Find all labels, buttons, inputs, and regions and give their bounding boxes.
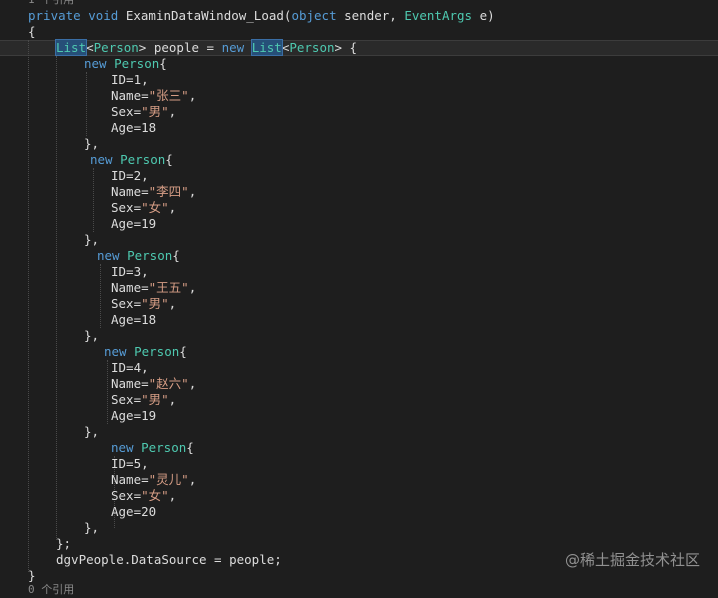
code-line-new-person: new Person{ bbox=[104, 344, 187, 360]
code-line-name: Name="张三", bbox=[111, 88, 197, 103]
property-key: Name= bbox=[111, 184, 149, 199]
code-line-method-signature: private void ExaminDataWindow_Load(objec… bbox=[28, 8, 495, 24]
type-name-selected[interactable]: List bbox=[250, 39, 283, 56]
string-literal: "赵六" bbox=[148, 376, 189, 391]
keyword: new bbox=[104, 344, 127, 359]
type-name: Person bbox=[289, 40, 335, 55]
code-line-age: Age=19 bbox=[111, 216, 157, 231]
method-name: ExaminDataWindow_Load( bbox=[125, 8, 292, 23]
code-line-age: Age=18 bbox=[111, 312, 157, 327]
indent-guide bbox=[107, 360, 108, 424]
indent-guide bbox=[93, 168, 94, 232]
string-literal: "男" bbox=[141, 392, 169, 407]
type-name: Person bbox=[120, 152, 166, 167]
property-key: Name= bbox=[111, 280, 149, 295]
code-line-new-person: new Person{ bbox=[90, 152, 173, 168]
keyword: new bbox=[97, 248, 120, 263]
code-line-close-brace: }, bbox=[84, 328, 100, 343]
code-line-age: Age=18 bbox=[111, 120, 157, 135]
code-line-age: Age=19 bbox=[111, 408, 157, 423]
code-line-new-person: new Person{ bbox=[84, 56, 167, 72]
code-line-close-brace: }, bbox=[84, 424, 100, 439]
indent-guide bbox=[56, 56, 57, 540]
code-line-assign-datasource: dgvPeople.DataSource = people; bbox=[56, 552, 282, 567]
code-line-list-declaration: List<Person> people = new List<Person> { bbox=[54, 39, 358, 56]
type-name: Person bbox=[114, 56, 160, 71]
brace: { bbox=[165, 152, 173, 167]
string-literal: "王五" bbox=[148, 280, 189, 295]
keyword: new bbox=[84, 56, 107, 71]
keyword: object bbox=[291, 8, 337, 23]
code-line-name: Name="灵儿", bbox=[111, 472, 197, 487]
property-key: Sex= bbox=[111, 392, 142, 407]
code-line-open-brace: { bbox=[28, 24, 36, 39]
code-line-name: Name="李四", bbox=[111, 184, 197, 199]
property-key: Name= bbox=[111, 376, 149, 391]
string-literal: "张三" bbox=[148, 88, 189, 103]
type-name: Person bbox=[93, 40, 139, 55]
property-key: Sex= bbox=[111, 296, 142, 311]
brace: { bbox=[186, 440, 194, 455]
type-name: EventArgs bbox=[404, 8, 473, 23]
property-key: Sex= bbox=[111, 200, 142, 215]
code-line-close-brace: }, bbox=[84, 520, 100, 535]
brace: { bbox=[342, 40, 358, 55]
code-line-sex: Sex="男", bbox=[111, 392, 177, 407]
string-literal: "男" bbox=[141, 296, 169, 311]
code-line-id: ID=1, bbox=[111, 72, 149, 87]
type-name: Person bbox=[127, 248, 173, 263]
code-line-new-person: new Person{ bbox=[111, 440, 194, 456]
angle-bracket: < bbox=[86, 40, 94, 55]
property-key: Sex= bbox=[111, 488, 142, 503]
code-line-id: ID=4, bbox=[111, 360, 149, 375]
brace: { bbox=[179, 344, 187, 359]
type-name: Person bbox=[141, 440, 187, 455]
code-line-sex: Sex="女", bbox=[111, 200, 177, 215]
type-name: Person bbox=[134, 344, 180, 359]
indent-guide bbox=[100, 264, 101, 328]
code-line-id: ID=2, bbox=[111, 168, 149, 183]
code-line-sex: Sex="男", bbox=[111, 104, 177, 119]
codelens-references[interactable]: 1 个引用 bbox=[28, 0, 74, 8]
code-line-sex: Sex="女", bbox=[111, 488, 177, 503]
property-key: Name= bbox=[111, 88, 149, 103]
property-key: Name= bbox=[111, 472, 149, 487]
code-line-close-brace: }, bbox=[84, 232, 100, 247]
angle-bracket: > bbox=[334, 40, 343, 55]
indent-guide bbox=[86, 72, 87, 136]
variable-text: people = bbox=[146, 40, 222, 55]
keyword: new bbox=[90, 152, 113, 167]
string-literal: "女" bbox=[141, 488, 169, 503]
brace: { bbox=[159, 56, 167, 71]
code-line-close-brace: }, bbox=[84, 136, 100, 151]
indent-guide bbox=[28, 40, 29, 572]
code-line-id: ID=3, bbox=[111, 264, 149, 279]
param-text: sender, bbox=[336, 8, 405, 23]
string-literal: "女" bbox=[141, 200, 169, 215]
property-key: Sex= bbox=[111, 104, 142, 119]
type-name-selected[interactable]: List bbox=[54, 39, 88, 56]
string-literal: "李四" bbox=[148, 184, 189, 199]
code-line-new-person: new Person{ bbox=[97, 248, 180, 264]
param-text: e) bbox=[472, 8, 495, 23]
code-line-sex: Sex="男", bbox=[111, 296, 177, 311]
code-line-end-list: }; bbox=[56, 536, 72, 551]
keyword: new bbox=[221, 40, 245, 55]
code-editor[interactable]: 1 个引用 private void ExaminDataWindow_Load… bbox=[0, 0, 718, 596]
keyword: void bbox=[88, 8, 119, 23]
brace: { bbox=[172, 248, 180, 263]
watermark-text: @稀土掘金技术社区 bbox=[564, 551, 700, 569]
codelens-references[interactable]: 0 个引用 bbox=[28, 582, 74, 598]
string-literal: "灵儿" bbox=[148, 472, 189, 487]
keyword: new bbox=[111, 440, 134, 455]
keyword: private bbox=[28, 8, 81, 23]
code-line-name: Name="赵六", bbox=[111, 376, 197, 391]
string-literal: "男" bbox=[141, 104, 169, 119]
code-line-id: ID=5, bbox=[111, 456, 149, 471]
code-line-name: Name="王五", bbox=[111, 280, 197, 295]
code-line-age: Age=20 bbox=[111, 504, 157, 519]
